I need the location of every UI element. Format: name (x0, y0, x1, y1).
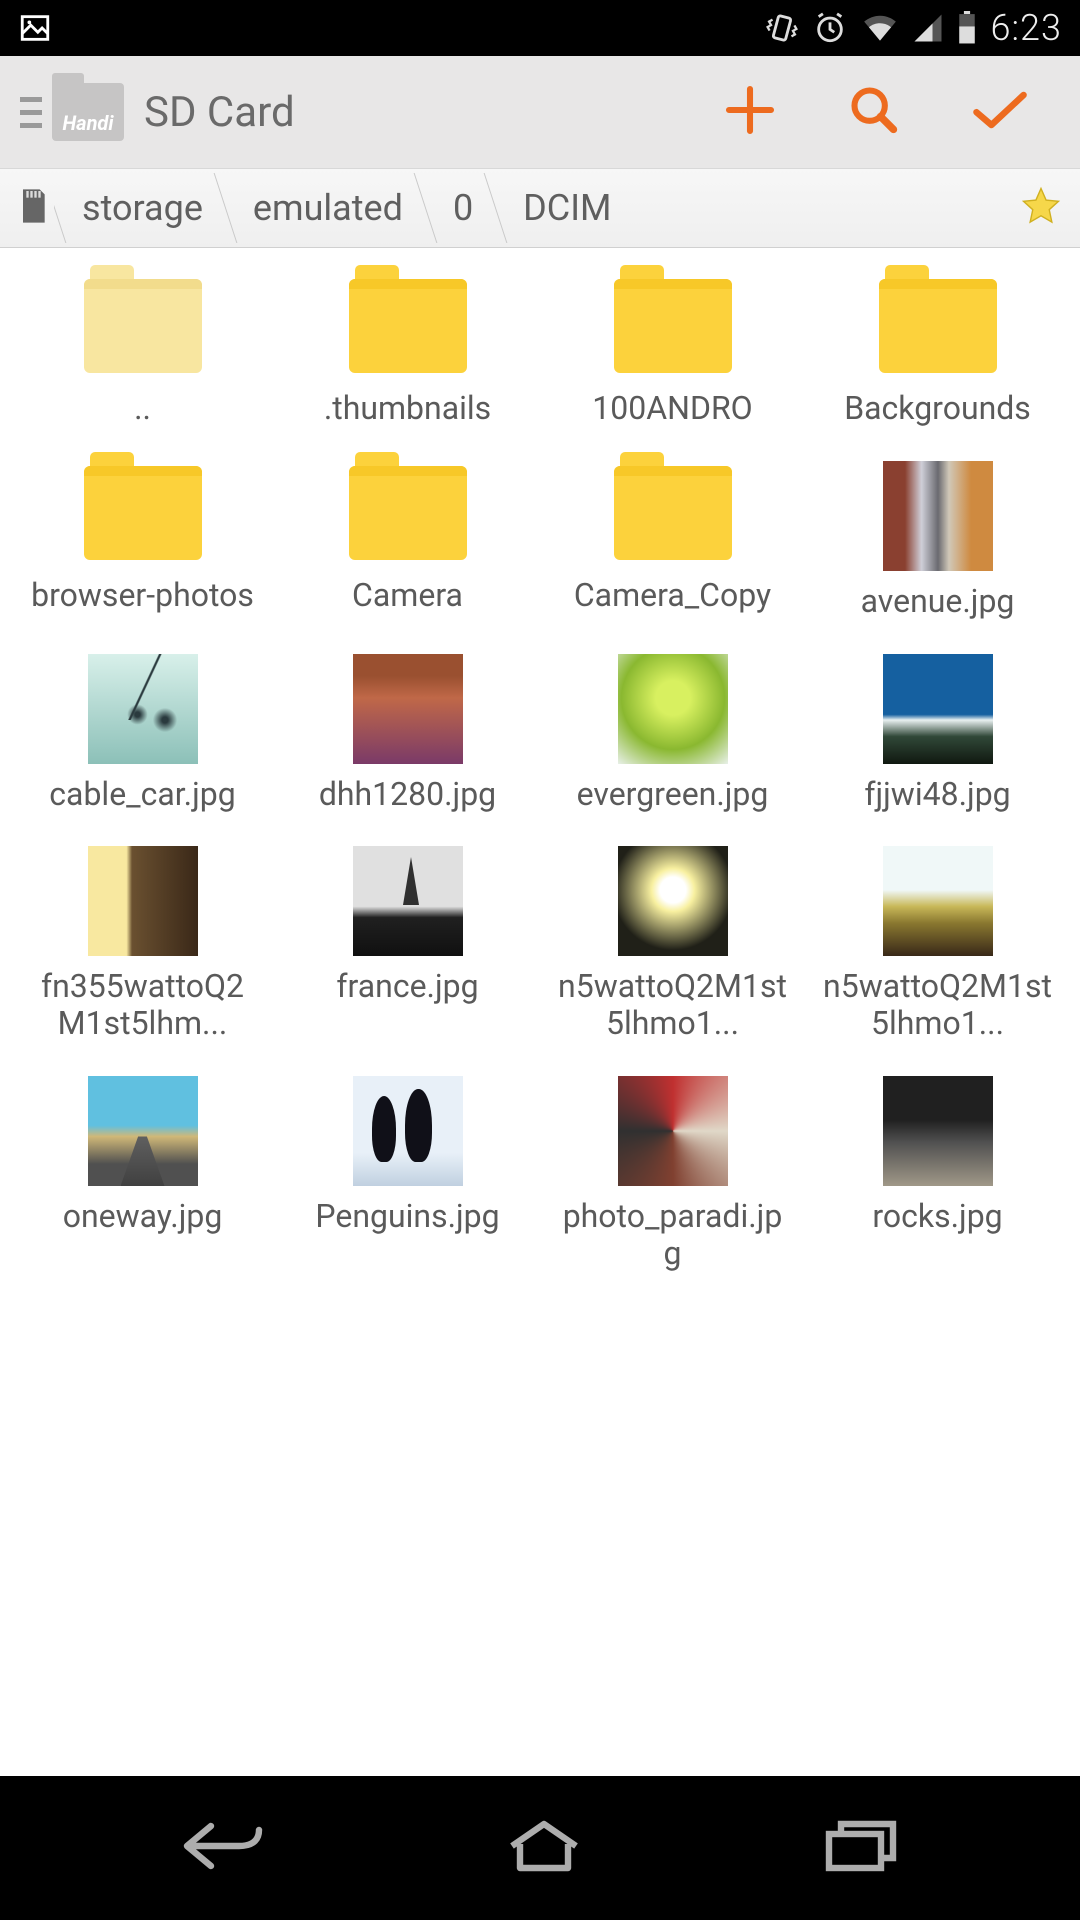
image-thumbnail (353, 846, 463, 956)
item-label: .. (134, 390, 151, 427)
vibrate-icon (765, 11, 799, 45)
image-thumbnail (618, 846, 728, 956)
image-thumbnail (883, 1076, 993, 1186)
gallery-icon (18, 11, 52, 45)
item-label: Backgrounds (844, 390, 1031, 427)
folder-icon (84, 466, 202, 560)
file-item[interactable]: n5wattoQ2M1st5lhmo1... (546, 846, 799, 1042)
item-label: avenue.jpg (861, 583, 1015, 620)
file-item[interactable]: dhh1280.jpg (281, 654, 534, 813)
page-title: SD Card (144, 88, 722, 137)
file-item[interactable]: rocks.jpg (811, 1076, 1064, 1272)
image-thumbnail (618, 1076, 728, 1186)
search-button[interactable] (848, 84, 900, 140)
item-label: n5wattoQ2M1st5lhmo1... (558, 968, 788, 1042)
breadcrumb-items: storage emulated 0 DCIM (54, 169, 1020, 247)
cell-signal-icon (913, 13, 943, 43)
file-grid[interactable]: .. .thumbnails 100ANDRO Backgrounds browser-… (0, 248, 1080, 1776)
alarm-icon (813, 11, 847, 45)
image-thumbnail (88, 654, 198, 764)
folder-item[interactable]: .thumbnails (281, 274, 534, 427)
image-thumbnail (883, 654, 993, 764)
folder-icon (349, 466, 467, 560)
file-item[interactable]: avenue.jpg (811, 461, 1064, 620)
app-logo-icon[interactable]: Handi (52, 83, 124, 141)
favorite-button[interactable] (1020, 185, 1062, 231)
status-time: 6:23 (991, 7, 1062, 49)
image-thumbnail (353, 1076, 463, 1186)
breadcrumb-label: storage (82, 187, 203, 229)
item-label: browser-photos (31, 577, 254, 614)
item-label: fjjwi48.jpg (864, 776, 1010, 813)
item-label: Camera (352, 577, 463, 614)
file-item[interactable]: cable_car.jpg (16, 654, 269, 813)
menu-button[interactable] (20, 92, 42, 132)
folder-item[interactable]: .. (16, 274, 269, 427)
file-item[interactable]: photo_paradi.jpg (546, 1076, 799, 1272)
item-label: Camera_Copy (574, 577, 771, 614)
app-logo-text: Handi (62, 111, 113, 141)
folder-icon (614, 466, 732, 560)
item-label: n5wattoQ2M1st5lhmo1... (823, 968, 1053, 1042)
file-item[interactable]: n5wattoQ2M1st5lhmo1... (811, 846, 1064, 1042)
folder-icon (349, 279, 467, 373)
image-thumbnail (88, 846, 198, 956)
image-thumbnail (353, 654, 463, 764)
folder-icon (614, 279, 732, 373)
item-label: oneway.jpg (63, 1198, 223, 1235)
image-thumbnail (883, 846, 993, 956)
folder-item[interactable]: Backgrounds (811, 274, 1064, 427)
file-item[interactable]: fjjwi48.jpg (811, 654, 1064, 813)
add-button[interactable] (722, 82, 778, 142)
file-item[interactable]: Penguins.jpg (281, 1076, 534, 1272)
item-label: cable_car.jpg (49, 776, 235, 813)
item-label: rocks.jpg (872, 1198, 1002, 1235)
folder-item[interactable]: browser-photos (16, 461, 269, 620)
file-item[interactable]: fn355wattoQ2M1st5lhm... (16, 846, 269, 1042)
folder-icon (84, 279, 202, 373)
breadcrumb-label: DCIM (523, 187, 611, 229)
breadcrumb-label: emulated (253, 187, 403, 229)
image-thumbnail (883, 461, 993, 571)
breadcrumb-segment[interactable]: DCIM (495, 169, 633, 247)
item-label: photo_paradi.jpg (558, 1198, 788, 1272)
item-label: .thumbnails (324, 390, 491, 427)
item-label: Penguins.jpg (315, 1198, 499, 1235)
image-thumbnail (618, 654, 728, 764)
folder-item[interactable]: Camera_Copy (546, 461, 799, 620)
image-thumbnail (88, 1076, 198, 1186)
breadcrumb: storage emulated 0 DCIM (0, 168, 1080, 248)
file-item[interactable]: oneway.jpg (16, 1076, 269, 1272)
item-label: 100ANDRO (592, 390, 752, 427)
file-item[interactable]: evergreen.jpg (546, 654, 799, 813)
breadcrumb-segment[interactable]: emulated (225, 169, 425, 247)
battery-icon (957, 11, 977, 45)
breadcrumb-segment[interactable]: storage (54, 169, 225, 247)
home-button[interactable] (504, 1818, 584, 1878)
file-item[interactable]: france.jpg (281, 846, 534, 1042)
folder-item[interactable]: Camera (281, 461, 534, 620)
recent-apps-button[interactable] (821, 1818, 901, 1878)
item-label: evergreen.jpg (577, 776, 769, 813)
folder-item[interactable]: 100ANDRO (546, 274, 799, 427)
item-label: fn355wattoQ2M1st5lhm... (28, 968, 258, 1042)
wifi-icon (861, 11, 899, 45)
sdcard-icon[interactable] (18, 186, 48, 230)
item-label: dhh1280.jpg (319, 776, 496, 813)
breadcrumb-segment[interactable]: 0 (425, 169, 495, 247)
folder-icon (879, 279, 997, 373)
item-label: france.jpg (336, 968, 478, 1005)
breadcrumb-label: 0 (453, 187, 473, 229)
status-bar: 6:23 (0, 0, 1080, 56)
back-button[interactable] (179, 1818, 267, 1878)
confirm-button[interactable] (970, 86, 1030, 138)
system-nav-bar (0, 1776, 1080, 1920)
app-header: Handi SD Card (0, 56, 1080, 168)
